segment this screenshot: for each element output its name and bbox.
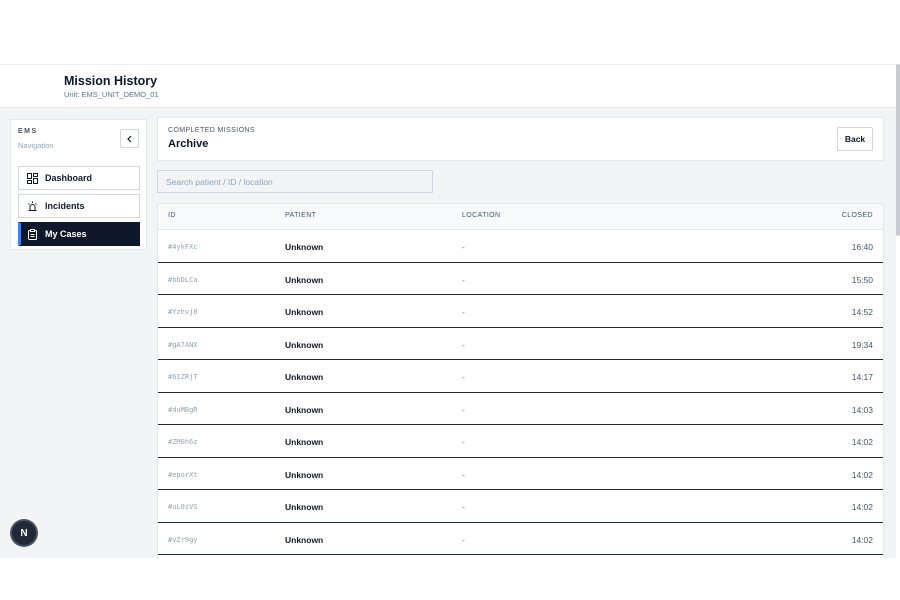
mission-location: - bbox=[462, 534, 465, 545]
patient-name: Unknown bbox=[285, 437, 324, 447]
closed-time: 15:50 bbox=[851, 274, 873, 285]
page-header: Mission History Unit: EMS_UNIT_DEMO_01 bbox=[0, 65, 896, 108]
sidebar-item-label: My Cases bbox=[45, 229, 87, 239]
page-scrollbar[interactable] bbox=[896, 64, 900, 236]
sidebar-brand: EMS bbox=[18, 128, 38, 135]
mission-location: - bbox=[462, 274, 465, 285]
patient-name: Unknown bbox=[285, 469, 324, 480]
column-header-patient: PATIENT bbox=[285, 212, 317, 219]
mission-id: #bbDLCa bbox=[168, 275, 198, 284]
sidebar-item-label: Dashboard bbox=[45, 173, 93, 183]
closed-time: 14:02 bbox=[851, 469, 873, 480]
mission-id: #duMBgR bbox=[168, 405, 198, 414]
mission-location: - bbox=[462, 307, 465, 317]
closed-time: 14:02 bbox=[851, 502, 873, 512]
table-row[interactable]: #bbDLCa Unknown - 15:50 bbox=[158, 263, 883, 295]
collapse-sidebar-button[interactable] bbox=[120, 129, 139, 148]
table-row[interactable]: #ZM0h6z Unknown - 14:02 bbox=[158, 425, 883, 458]
mission-location: - bbox=[462, 404, 465, 415]
table-row[interactable]: #4ykFXc Unknown - 16:40 bbox=[158, 230, 883, 263]
mission-location: - bbox=[462, 372, 465, 382]
dev-tools-button[interactable]: N bbox=[12, 521, 36, 545]
sidebar-subtitle: Navigation bbox=[18, 141, 54, 150]
patient-name: Unknown bbox=[285, 534, 324, 545]
table-row[interactable]: #gA7ANX Unknown - 19:34 bbox=[158, 328, 883, 360]
closed-time: 14:52 bbox=[851, 307, 873, 317]
mission-location: - bbox=[462, 502, 465, 512]
table-row[interactable]: #Yzhvj8 Unknown - 14:52 bbox=[158, 295, 883, 328]
column-header-closed: CLOSED bbox=[841, 212, 873, 219]
chevron-left-icon bbox=[126, 135, 131, 142]
closed-time: 14:02 bbox=[851, 534, 873, 545]
mission-id: #gA7ANX bbox=[168, 340, 198, 349]
closed-time: 14:03 bbox=[851, 404, 873, 415]
patient-name: Unknown bbox=[285, 502, 324, 512]
page-title: Mission History bbox=[64, 74, 158, 88]
mission-location: - bbox=[462, 339, 465, 350]
sidebar: EMS Navigation Dashboard Incidents My Ca… bbox=[10, 119, 147, 250]
dashboard-icon bbox=[26, 172, 38, 184]
patient-name: Unknown bbox=[285, 372, 324, 382]
mission-id: #Yzhvj8 bbox=[168, 308, 198, 316]
mission-id: #uL0zVS bbox=[168, 503, 198, 511]
closed-time: 16:40 bbox=[851, 242, 873, 252]
mission-id: #eporXt bbox=[168, 470, 198, 479]
patient-name: Unknown bbox=[285, 274, 324, 285]
table-row[interactable]: #uL0zVS Unknown - 14:02 bbox=[158, 490, 883, 523]
back-button[interactable]: Back bbox=[837, 127, 873, 151]
patient-name: Unknown bbox=[285, 242, 324, 252]
app-shell: Mission History Unit: EMS_UNIT_DEMO_01 E… bbox=[0, 64, 896, 558]
closed-time: 14:02 bbox=[851, 437, 873, 447]
closed-time: 19:34 bbox=[851, 339, 873, 350]
sidebar-item-dashboard[interactable]: Dashboard bbox=[18, 166, 140, 190]
clipboard-icon bbox=[26, 228, 38, 240]
section-title: Archive bbox=[168, 138, 209, 150]
sidebar-item-my-cases[interactable]: My Cases bbox=[18, 222, 140, 246]
closed-time: 14:17 bbox=[851, 372, 873, 382]
search-input[interactable] bbox=[157, 170, 433, 193]
sidebar-item-label: Incidents bbox=[45, 201, 85, 211]
mission-id: #ZM0h6z bbox=[168, 438, 198, 446]
mission-id: #61ZRjT bbox=[168, 373, 198, 381]
patient-name: Unknown bbox=[285, 404, 324, 415]
table-row[interactable]: #vZr9gy Unknown - 14:02 bbox=[158, 523, 883, 555]
archive-header-card: COMPLETED MISSIONS Archive Back bbox=[157, 117, 884, 161]
section-label: COMPLETED MISSIONS bbox=[168, 127, 255, 134]
table-row[interactable]: #61ZRjT Unknown - 14:17 bbox=[158, 360, 883, 393]
mission-id: #4ykFXc bbox=[168, 243, 198, 251]
sidebar-item-incidents[interactable]: Incidents bbox=[18, 194, 140, 218]
mission-location: - bbox=[462, 469, 465, 480]
table-header: ID PATIENT LOCATION CLOSED bbox=[158, 204, 883, 230]
patient-name: Unknown bbox=[285, 307, 324, 317]
siren-icon bbox=[26, 200, 38, 212]
table-row[interactable]: #duMBgR Unknown - 14:03 bbox=[158, 393, 883, 425]
mission-location: - bbox=[462, 242, 465, 252]
column-header-location: LOCATION bbox=[462, 212, 501, 219]
unit-subtitle: Unit: EMS_UNIT_DEMO_01 bbox=[64, 90, 159, 99]
patient-name: Unknown bbox=[285, 339, 324, 350]
missions-table: ID PATIENT LOCATION CLOSED #4ykFXc Unknow… bbox=[157, 203, 884, 558]
table-row[interactable]: #eporXt Unknown - 14:02 bbox=[158, 458, 883, 490]
column-header-id: ID bbox=[168, 212, 176, 219]
mission-location: - bbox=[462, 437, 465, 447]
mission-id: #vZr9gy bbox=[168, 535, 198, 544]
